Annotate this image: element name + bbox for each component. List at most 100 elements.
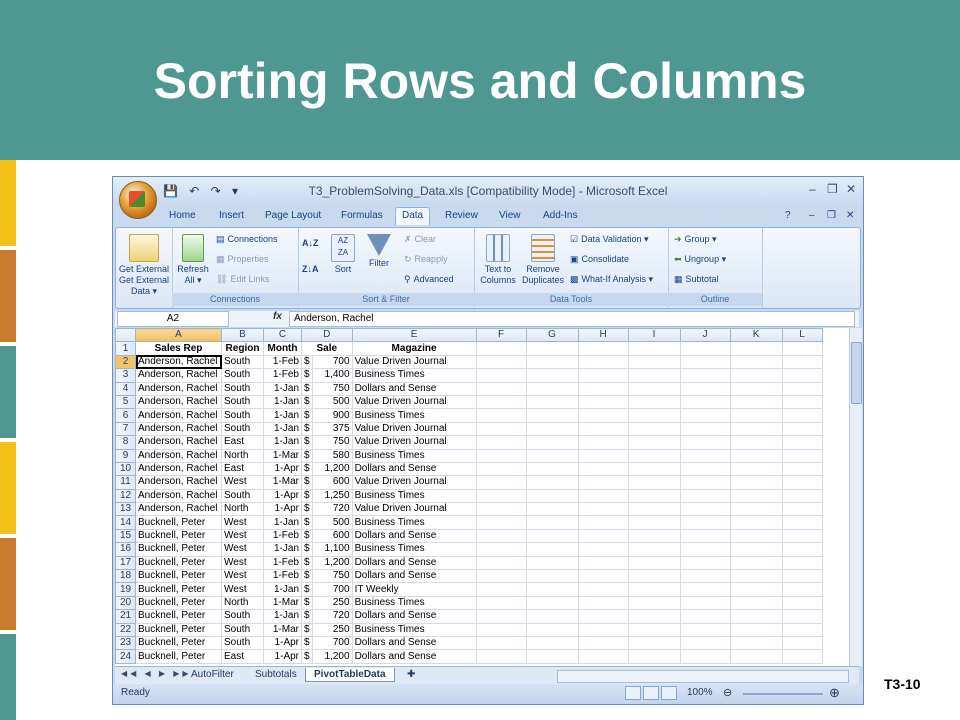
cell[interactable]	[577, 381, 629, 396]
cell[interactable]	[525, 394, 579, 410]
cell-sales-rep[interactable]: Bucknell, Peter	[135, 555, 222, 571]
cell[interactable]	[627, 528, 681, 544]
column-header[interactable]: G	[525, 328, 579, 343]
cell[interactable]	[627, 555, 681, 571]
cell-magazine[interactable]: Business Times	[351, 595, 477, 611]
cell-region[interactable]: South	[221, 421, 264, 437]
row-header[interactable]: 11	[115, 475, 136, 490]
cell[interactable]	[525, 381, 579, 396]
cell-sales-rep[interactable]: Anderson, Rachel	[135, 394, 222, 410]
cell[interactable]	[679, 569, 731, 584]
cell[interactable]	[525, 582, 579, 597]
cell[interactable]	[679, 461, 731, 477]
cell-sales-rep-header[interactable]: Sales Rep	[135, 341, 222, 356]
cell[interactable]	[627, 448, 681, 463]
cell-region[interactable]: East	[221, 649, 264, 664]
cell-currency[interactable]: $	[301, 582, 313, 597]
cell[interactable]	[475, 394, 527, 410]
cell-month[interactable]: 1-Feb	[263, 368, 302, 383]
column-header[interactable]: D	[301, 328, 353, 343]
cell-magazine-header[interactable]: Magazine	[351, 341, 477, 356]
advanced-button[interactable]: ⚲ Advanced	[404, 274, 454, 285]
cell[interactable]	[679, 341, 731, 356]
get-external-data-button[interactable]: Get External Get External Data ▾	[118, 234, 170, 297]
cell[interactable]	[679, 515, 731, 530]
cell[interactable]	[577, 368, 629, 383]
cell[interactable]	[627, 381, 681, 396]
cell[interactable]	[627, 368, 681, 383]
cell[interactable]	[627, 408, 681, 423]
tab-insert[interactable]: Insert	[219, 210, 244, 221]
tab-page-layout[interactable]: Page Layout	[265, 210, 321, 221]
data-validation-button[interactable]: ☑ Data Validation ▾	[570, 234, 648, 245]
cell[interactable]	[577, 555, 629, 571]
cell[interactable]	[525, 488, 579, 504]
cell[interactable]	[627, 475, 681, 490]
cell-region[interactable]: North	[221, 595, 264, 611]
cell-sale[interactable]: 1,200	[311, 649, 353, 664]
cell[interactable]	[577, 461, 629, 477]
cell-region[interactable]: South	[221, 622, 264, 637]
horizontal-scrollbar[interactable]	[557, 670, 849, 683]
row-header[interactable]: 23	[115, 635, 136, 651]
cell[interactable]	[781, 635, 823, 651]
cell-sale[interactable]: 600	[311, 475, 353, 490]
cell[interactable]	[781, 542, 823, 557]
cell-currency[interactable]: $	[301, 649, 313, 664]
cell-currency[interactable]: $	[301, 408, 313, 423]
cell[interactable]	[577, 582, 629, 597]
sort-descending-icon[interactable]: Z↓A	[302, 264, 319, 275]
cell-sale[interactable]: 250	[311, 595, 353, 611]
cell[interactable]	[525, 448, 579, 463]
cell-magazine[interactable]: Dollars and Sense	[351, 649, 477, 664]
cell-magazine[interactable]: Business Times	[351, 368, 477, 383]
cell-magazine[interactable]: Value Driven Journal	[351, 354, 477, 370]
cell[interactable]	[525, 502, 579, 517]
cell[interactable]	[475, 528, 527, 544]
cell[interactable]	[729, 368, 783, 383]
cell-sale[interactable]: 750	[311, 569, 353, 584]
cell-month[interactable]: 1-Jan	[263, 408, 302, 423]
cell[interactable]	[729, 595, 783, 611]
cell-month[interactable]: 1-Jan	[263, 381, 302, 396]
cell[interactable]	[729, 408, 783, 423]
cell[interactable]	[525, 475, 579, 490]
cell-magazine[interactable]: Dollars and Sense	[351, 381, 477, 396]
row-header[interactable]: 18	[115, 569, 136, 584]
page-layout-view-icon[interactable]	[643, 686, 659, 700]
select-all-corner[interactable]	[115, 328, 136, 343]
cell-magazine[interactable]: Dollars and Sense	[351, 461, 477, 477]
cell[interactable]	[525, 354, 579, 370]
cell-region[interactable]: South	[221, 394, 264, 410]
cell-region[interactable]: South	[221, 408, 264, 423]
row-header[interactable]: 12	[115, 488, 136, 504]
cell-sales-rep[interactable]: Anderson, Rachel	[135, 488, 222, 504]
cell[interactable]	[729, 515, 783, 530]
cell-sales-rep[interactable]: Anderson, Rachel	[135, 448, 222, 463]
cell-month[interactable]: 1-Feb	[263, 528, 302, 544]
cell[interactable]	[679, 368, 731, 383]
cell[interactable]	[729, 502, 783, 517]
cell-region[interactable]: West	[221, 528, 264, 544]
cell[interactable]	[475, 475, 527, 490]
cell-currency[interactable]: $	[301, 635, 313, 651]
cell[interactable]	[525, 368, 579, 383]
cell[interactable]	[475, 569, 527, 584]
cell[interactable]	[679, 502, 731, 517]
cell-month[interactable]: 1-Jan	[263, 515, 302, 530]
cell[interactable]	[577, 528, 629, 544]
zoom-out-icon[interactable]: ⊖	[723, 686, 732, 699]
tab-formulas[interactable]: Formulas	[341, 210, 383, 221]
cell-month[interactable]: 1-Feb	[263, 555, 302, 571]
cell[interactable]	[781, 569, 823, 584]
zoom-in-icon[interactable]: ⊕	[829, 685, 840, 701]
tab-data[interactable]: Data	[395, 207, 431, 225]
cell[interactable]	[781, 555, 823, 571]
cell[interactable]	[577, 394, 629, 410]
cell[interactable]	[781, 528, 823, 544]
cell-magazine[interactable]: Dollars and Sense	[351, 635, 477, 651]
cell[interactable]	[679, 421, 731, 437]
cell-sale[interactable]: 1,100	[311, 542, 353, 557]
ungroup-button[interactable]: ⬅ Ungroup ▾	[674, 254, 726, 265]
tab-view[interactable]: View	[499, 210, 521, 221]
